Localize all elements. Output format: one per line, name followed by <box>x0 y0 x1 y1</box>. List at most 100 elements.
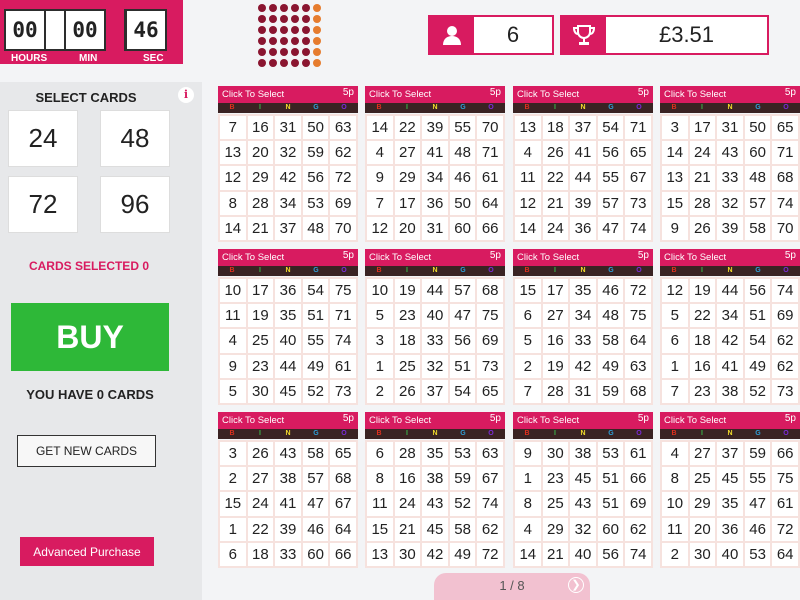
card-number: 27 <box>247 467 274 491</box>
card-number: 13 <box>220 141 246 165</box>
card-number: 2 <box>515 354 541 378</box>
card-number: 41 <box>422 141 448 165</box>
card-number: 33 <box>717 166 743 190</box>
card-header[interactable]: Click To Select 5p <box>365 86 505 103</box>
info-icon[interactable]: i <box>178 87 194 103</box>
card-number: 21 <box>247 216 274 240</box>
bingo-letters-row: BINGO <box>218 429 358 439</box>
bingo-letters-row: BINGO <box>660 429 800 439</box>
ball-dot <box>280 37 288 45</box>
buy-button[interactable]: BUY <box>11 303 169 371</box>
card-number: 16 <box>247 116 274 140</box>
advanced-purchase-button[interactable]: Advanced Purchase <box>20 537 154 566</box>
card-number: 56 <box>302 166 329 190</box>
card-number: 5 <box>662 304 688 328</box>
bingo-letter: G <box>313 430 319 437</box>
get-new-cards-button[interactable]: GET NEW CARDS <box>17 435 156 467</box>
click-to-select-label[interactable]: Click To Select <box>222 252 284 263</box>
card-number: 29 <box>394 166 421 190</box>
card-number: 36 <box>275 279 301 303</box>
bingo-card[interactable]: Click To Select 5p B I N G O 14 22 39 55 70 4 27 41 48 7… <box>365 86 505 243</box>
click-to-select-label[interactable]: Click To Select <box>517 415 579 426</box>
card-number: 5 <box>367 304 393 328</box>
card-number: 40 <box>275 329 301 353</box>
click-to-select-label[interactable]: Click To Select <box>664 89 726 100</box>
bingo-letters-row: BINGO <box>365 103 505 113</box>
click-to-select-label[interactable]: Click To Select <box>222 89 284 100</box>
card-number: 50 <box>302 116 329 140</box>
ball-dot <box>280 48 288 56</box>
bingo-card[interactable]: Click To Select 5p B I N G O 15 17 35 46 72 6 27 34 48 7… <box>513 249 653 406</box>
card-number: 19 <box>247 304 274 328</box>
ball-dot <box>313 59 321 67</box>
click-to-select-label[interactable]: Click To Select <box>369 252 431 263</box>
card-number: 37 <box>422 379 448 403</box>
card-number: 23 <box>689 379 716 403</box>
click-to-select-label[interactable]: Click To Select <box>664 415 726 426</box>
bingo-card[interactable]: Click To Select 5p B I N G O 10 17 36 54 75 11 19 35 51… <box>218 249 358 406</box>
bingo-card[interactable]: Click To Select 5p B I N G O 6 28 35 53 63 8 16 38 59 67… <box>365 412 505 569</box>
card-number: 55 <box>744 467 771 491</box>
card-number: 29 <box>247 166 274 190</box>
card-number: 51 <box>449 354 476 378</box>
card-number: 63 <box>477 442 503 466</box>
card-header[interactable]: Click To Select 5p <box>513 249 653 266</box>
card-number: 54 <box>744 329 771 353</box>
card-number: 68 <box>330 467 356 491</box>
card-header[interactable]: Click To Select 5p <box>218 412 358 429</box>
card-number: 21 <box>542 542 569 566</box>
card-header[interactable]: Click To Select 5p <box>513 412 653 429</box>
card-header[interactable]: Click To Select 5p <box>660 86 800 103</box>
click-to-select-label[interactable]: Click To Select <box>369 89 431 100</box>
click-to-select-label[interactable]: Click To Select <box>517 252 579 263</box>
card-number: 70 <box>477 116 503 140</box>
bingo-card[interactable]: Click To Select 5p B I N G O 12 19 44 56 74 5 22 34 51 6… <box>660 249 800 406</box>
card-number: 56 <box>597 141 624 165</box>
card-number: 40 <box>422 304 448 328</box>
card-header[interactable]: Click To Select 5p <box>218 86 358 103</box>
card-number: 57 <box>744 191 771 215</box>
bingo-card[interactable]: Click To Select 5p B I N G O 3 17 31 50 65 14 24 43 60 7… <box>660 86 800 243</box>
card-header[interactable]: Click To Select 5p <box>365 412 505 429</box>
ball-dot <box>302 37 310 45</box>
card-number: 1 <box>220 517 246 541</box>
card-header[interactable]: Click To Select 5p <box>513 86 653 103</box>
bingo-letter: O <box>636 267 642 274</box>
card-number: 29 <box>689 492 716 516</box>
click-to-select-label[interactable]: Click To Select <box>664 252 726 263</box>
click-to-select-label[interactable]: Click To Select <box>369 415 431 426</box>
card-number: 51 <box>744 304 771 328</box>
card-header[interactable]: Click To Select 5p <box>218 249 358 266</box>
bingo-card[interactable]: Click To Select 5p B I N G O 10 19 44 57 68 5 23 40 47 7… <box>365 249 505 406</box>
card-number: 32 <box>275 141 301 165</box>
bingo-letter: N <box>285 430 291 437</box>
card-number: 68 <box>625 379 651 403</box>
card-number: 10 <box>662 492 688 516</box>
bingo-card[interactable]: Click To Select 5p B I N G O 9 30 38 53 61 1 23 45 51 66… <box>513 412 653 569</box>
card-header[interactable]: Click To Select 5p <box>660 249 800 266</box>
card-number: 14 <box>515 542 541 566</box>
bingo-card[interactable]: Click To Select 5p B I N G O 3 26 43 58 65 2 27 38 57 68… <box>218 412 358 569</box>
bingo-card[interactable]: Click To Select 5p B I N G O 4 27 37 59 66 8 25 45 55 75… <box>660 412 800 569</box>
select-48-button[interactable]: 48 <box>100 110 170 167</box>
bingo-card[interactable]: Click To Select 5p B I N G O 13 18 37 54 71 4 26 41 56 6… <box>513 86 653 243</box>
card-header[interactable]: Click To Select 5p <box>365 249 505 266</box>
select-72-button[interactable]: 72 <box>8 176 78 233</box>
bingo-letter: I <box>406 430 408 437</box>
click-to-select-label[interactable]: Click To Select <box>222 415 284 426</box>
bingo-card[interactable]: Click To Select 5p B I N G O 7 16 31 50 63 13 20 32 59 6… <box>218 86 358 243</box>
bingo-letter: B <box>376 104 382 111</box>
card-number: 70 <box>330 216 356 240</box>
bingo-letter: N <box>285 104 291 111</box>
card-number: 25 <box>394 354 421 378</box>
bingo-letter: I <box>554 267 556 274</box>
card-number: 49 <box>449 542 476 566</box>
select-24-button[interactable]: 24 <box>8 110 78 167</box>
ball-dot <box>258 37 266 45</box>
card-header[interactable]: Click To Select 5p <box>660 412 800 429</box>
select-96-button[interactable]: 96 <box>100 176 170 233</box>
ball-dot <box>269 59 277 67</box>
click-to-select-label[interactable]: Click To Select <box>517 89 579 100</box>
chevron-right-icon[interactable]: ❯ <box>568 577 584 593</box>
card-number: 5 <box>515 329 541 353</box>
